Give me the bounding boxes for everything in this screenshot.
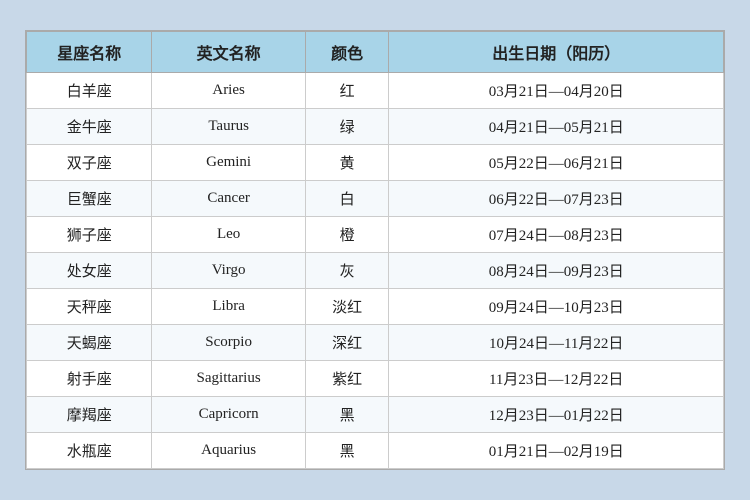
cell-zh: 摩羯座 <box>27 397 152 433</box>
cell-en: Capricorn <box>152 397 305 433</box>
cell-zh: 天秤座 <box>27 289 152 325</box>
cell-date: 01月21日—02月19日 <box>389 433 724 469</box>
cell-date: 04月21日—05月21日 <box>389 109 724 145</box>
cell-en: Virgo <box>152 253 305 289</box>
cell-color: 白 <box>305 181 389 217</box>
cell-zh: 狮子座 <box>27 217 152 253</box>
cell-zh: 处女座 <box>27 253 152 289</box>
table-body: 白羊座Aries红03月21日—04月20日金牛座Taurus绿04月21日—0… <box>27 73 724 469</box>
cell-date: 07月24日—08月23日 <box>389 217 724 253</box>
cell-en: Gemini <box>152 145 305 181</box>
cell-color: 黄 <box>305 145 389 181</box>
table-row: 金牛座Taurus绿04月21日—05月21日 <box>27 109 724 145</box>
table-row: 摩羯座Capricorn黑12月23日—01月22日 <box>27 397 724 433</box>
cell-color: 黑 <box>305 397 389 433</box>
header-color: 颜色 <box>305 32 389 73</box>
cell-color: 橙 <box>305 217 389 253</box>
table-row: 白羊座Aries红03月21日—04月20日 <box>27 73 724 109</box>
cell-color: 紫红 <box>305 361 389 397</box>
cell-date: 03月21日—04月20日 <box>389 73 724 109</box>
cell-date: 05月22日—06月21日 <box>389 145 724 181</box>
cell-zh: 巨蟹座 <box>27 181 152 217</box>
table-row: 巨蟹座Cancer白06月22日—07月23日 <box>27 181 724 217</box>
cell-zh: 水瓶座 <box>27 433 152 469</box>
table-row: 水瓶座Aquarius黑01月21日—02月19日 <box>27 433 724 469</box>
cell-date: 09月24日—10月23日 <box>389 289 724 325</box>
header-zh: 星座名称 <box>27 32 152 73</box>
header-date: 出生日期（阳历） <box>389 32 724 73</box>
cell-zh: 白羊座 <box>27 73 152 109</box>
cell-en: Leo <box>152 217 305 253</box>
table-row: 天蝎座Scorpio深红10月24日—11月22日 <box>27 325 724 361</box>
cell-date: 10月24日—11月22日 <box>389 325 724 361</box>
cell-color: 红 <box>305 73 389 109</box>
cell-en: Aries <box>152 73 305 109</box>
table-row: 双子座Gemini黄05月22日—06月21日 <box>27 145 724 181</box>
cell-zh: 天蝎座 <box>27 325 152 361</box>
cell-en: Scorpio <box>152 325 305 361</box>
header-en: 英文名称 <box>152 32 305 73</box>
table-header-row: 星座名称 英文名称 颜色 出生日期（阳历） <box>27 32 724 73</box>
cell-zh: 金牛座 <box>27 109 152 145</box>
cell-en: Cancer <box>152 181 305 217</box>
table-row: 天秤座Libra淡红09月24日—10月23日 <box>27 289 724 325</box>
table-row: 处女座Virgo灰08月24日—09月23日 <box>27 253 724 289</box>
cell-color: 黑 <box>305 433 389 469</box>
cell-zh: 双子座 <box>27 145 152 181</box>
cell-color: 灰 <box>305 253 389 289</box>
cell-color: 深红 <box>305 325 389 361</box>
zodiac-table-container: 星座名称 英文名称 颜色 出生日期（阳历） 白羊座Aries红03月21日—04… <box>25 30 725 470</box>
cell-en: Aquarius <box>152 433 305 469</box>
cell-en: Libra <box>152 289 305 325</box>
cell-color: 淡红 <box>305 289 389 325</box>
cell-en: Taurus <box>152 109 305 145</box>
table-row: 狮子座Leo橙07月24日—08月23日 <box>27 217 724 253</box>
cell-date: 08月24日—09月23日 <box>389 253 724 289</box>
cell-en: Sagittarius <box>152 361 305 397</box>
cell-date: 11月23日—12月22日 <box>389 361 724 397</box>
cell-date: 12月23日—01月22日 <box>389 397 724 433</box>
zodiac-table: 星座名称 英文名称 颜色 出生日期（阳历） 白羊座Aries红03月21日—04… <box>26 31 724 469</box>
cell-color: 绿 <box>305 109 389 145</box>
cell-zh: 射手座 <box>27 361 152 397</box>
table-row: 射手座Sagittarius紫红11月23日—12月22日 <box>27 361 724 397</box>
cell-date: 06月22日—07月23日 <box>389 181 724 217</box>
